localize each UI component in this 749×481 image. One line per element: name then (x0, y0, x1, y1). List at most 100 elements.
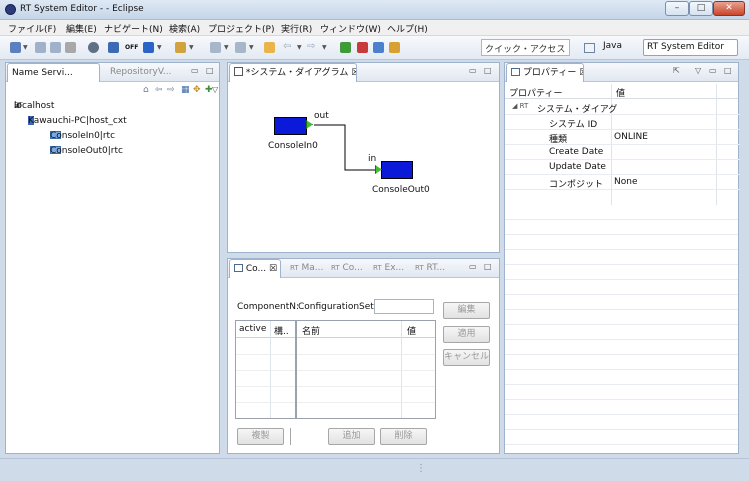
tab-configuration[interactable]: Co... ☒ (229, 259, 281, 278)
col-name[interactable]: 名前 (302, 324, 320, 337)
prev-annotation-icon[interactable] (235, 42, 246, 53)
home-icon[interactable]: ⌂ (143, 85, 149, 95)
property-row[interactable]: コンポジット None (505, 175, 740, 190)
connector-line[interactable] (314, 124, 375, 171)
property-value: ONLINE (614, 132, 648, 142)
close-button[interactable]: ✕ (713, 1, 745, 16)
save-icon[interactable] (35, 42, 46, 53)
expand-arrow-icon[interactable]: ◢ RT (512, 102, 528, 110)
nav-back-icon[interactable]: ⇦ (155, 85, 163, 95)
tab-connector[interactable]: RT Co... (327, 259, 365, 278)
off-icon[interactable]: OFF (125, 44, 138, 51)
col-property[interactable]: プロパティー (509, 86, 562, 99)
diagram-canvas[interactable] (228, 82, 499, 252)
settings-icon[interactable] (88, 42, 99, 53)
property-row[interactable]: 種類 ONLINE (505, 130, 740, 145)
component-consolein[interactable] (274, 117, 307, 135)
next-annotation-icon[interactable] (210, 42, 221, 53)
pin-icon[interactable]: ⇱ (673, 66, 680, 75)
minimize-view-icon[interactable]: ▭ (709, 66, 717, 75)
menu-file[interactable]: ファイル(F) (8, 22, 56, 35)
property-row[interactable]: Create Date (505, 145, 740, 160)
apply-button[interactable]: 適用 (443, 326, 490, 343)
add-button[interactable]: 追加 (328, 428, 375, 445)
red-tool-icon[interactable] (357, 42, 368, 53)
menu-search[interactable]: 検索(A) (169, 22, 200, 35)
prev-annotation-dropdown-icon[interactable]: ▼ (249, 44, 254, 51)
status-bar-grip-icon[interactable]: ⋮ (416, 463, 426, 474)
minimize-button[interactable]: – (665, 1, 689, 16)
config-set-table[interactable]: active 構.. (235, 320, 296, 419)
component-icon[interactable] (143, 42, 154, 53)
next-annotation-dropdown-icon[interactable]: ▼ (224, 44, 229, 51)
property-key: Create Date (549, 147, 604, 157)
wand-icon[interactable] (175, 42, 186, 53)
open-perspective-icon[interactable] (584, 43, 595, 53)
new-icon[interactable] (10, 42, 21, 53)
menu-window[interactable]: ウィンドウ(W) (320, 22, 381, 35)
col-property-value[interactable]: 値 (616, 86, 625, 99)
minimize-view-icon[interactable]: ▭ (469, 262, 477, 271)
configuration-set-field[interactable] (374, 299, 434, 314)
refresh-icon[interactable]: ▦ (181, 85, 190, 95)
view-menu-icon[interactable]: ▽ (212, 85, 218, 94)
tab-repository-view[interactable]: RepositoryV... (106, 63, 186, 82)
tab-execution[interactable]: RT Ex... (369, 259, 407, 278)
tab-name-service[interactable]: Name Servi... (7, 63, 100, 82)
close-tab-icon[interactable]: ☒ (351, 68, 356, 78)
col-config[interactable]: 構.. (274, 324, 289, 337)
menu-project[interactable]: プロジェクト(P) (208, 22, 274, 35)
edit-button[interactable]: 編集 (443, 302, 490, 319)
back-icon[interactable]: ⇦ (283, 41, 291, 52)
maximize-view-icon[interactable]: □ (484, 262, 492, 271)
orange-tool-icon[interactable] (389, 42, 400, 53)
connect-icon[interactable] (108, 42, 119, 53)
green-tool-icon[interactable] (340, 42, 351, 53)
property-row[interactable]: システム ID (505, 115, 740, 130)
back-dropdown-icon[interactable]: ▼ (297, 44, 302, 51)
name-service-view-toolbar: ⌂ ⇦ ⇨ ▦ ✥ ✚ (143, 85, 213, 97)
component-dropdown-icon[interactable]: ▼ (157, 44, 162, 51)
minimize-view-icon[interactable]: ▭ (469, 66, 477, 75)
forward-dropdown-icon[interactable]: ▼ (322, 44, 327, 51)
component-consoleout[interactable] (381, 161, 413, 179)
quick-access-input[interactable]: クイック・アクセス (481, 39, 570, 56)
filter-icon[interactable]: ✥ (193, 85, 201, 95)
wand-dropdown-icon[interactable]: ▼ (189, 44, 194, 51)
last-edit-icon[interactable] (264, 42, 275, 53)
maximize-button[interactable]: □ (689, 1, 713, 16)
forward-icon[interactable]: ⇨ (307, 41, 315, 52)
property-group-row[interactable]: ◢ RT システム・ダイアグ (505, 100, 740, 115)
delete-button[interactable]: 削除 (380, 428, 427, 445)
view-menu-icon[interactable]: ▽ (695, 66, 701, 75)
menu-help[interactable]: ヘルプ(H) (387, 22, 428, 35)
perspective-rt-system-editor[interactable]: RT System Editor (643, 39, 738, 56)
col-value[interactable]: 値 (407, 324, 416, 337)
maximize-view-icon[interactable]: □ (724, 66, 732, 75)
save-all-icon[interactable] (50, 42, 61, 53)
maximize-view-icon[interactable]: □ (484, 66, 492, 75)
tab-manager[interactable]: RT Ma... (286, 259, 324, 278)
menu-edit[interactable]: 編集(E) (66, 22, 97, 35)
property-row[interactable]: Update Date (505, 160, 740, 175)
blue-tool-icon[interactable] (373, 42, 384, 53)
tab-rt[interactable]: RT RT... (411, 259, 449, 278)
menu-run[interactable]: 実行(R) (281, 22, 312, 35)
close-tab-icon[interactable]: ☒ (269, 264, 277, 274)
col-active[interactable]: active (239, 324, 266, 334)
perspective-java[interactable]: Java (600, 39, 642, 56)
cancel-button[interactable]: キャンセル (443, 349, 490, 366)
name-service-tabstrip: Name Servi... RepositoryV... ▭ □ (6, 63, 219, 82)
new-dropdown-icon[interactable]: ▼ (23, 44, 28, 51)
config-param-table[interactable]: 名前 値 (296, 320, 436, 419)
tab-properties[interactable]: プロパティー ☒ (506, 63, 584, 82)
close-tab-icon[interactable]: ☒ (579, 68, 583, 78)
tree-label-consolein: ConsoleIn0|rtc (50, 131, 116, 141)
nav-forward-icon[interactable]: ⇨ (167, 85, 175, 95)
minimize-view-icon[interactable]: ▭ (191, 66, 199, 75)
copy-button[interactable]: 複製 (237, 428, 284, 445)
tab-system-diagram[interactable]: *システム・ダイアグラム ☒ (229, 63, 357, 82)
maximize-view-icon[interactable]: □ (206, 66, 214, 75)
menu-navigate[interactable]: ナビゲート(N) (104, 22, 163, 35)
print-icon[interactable] (65, 42, 76, 53)
